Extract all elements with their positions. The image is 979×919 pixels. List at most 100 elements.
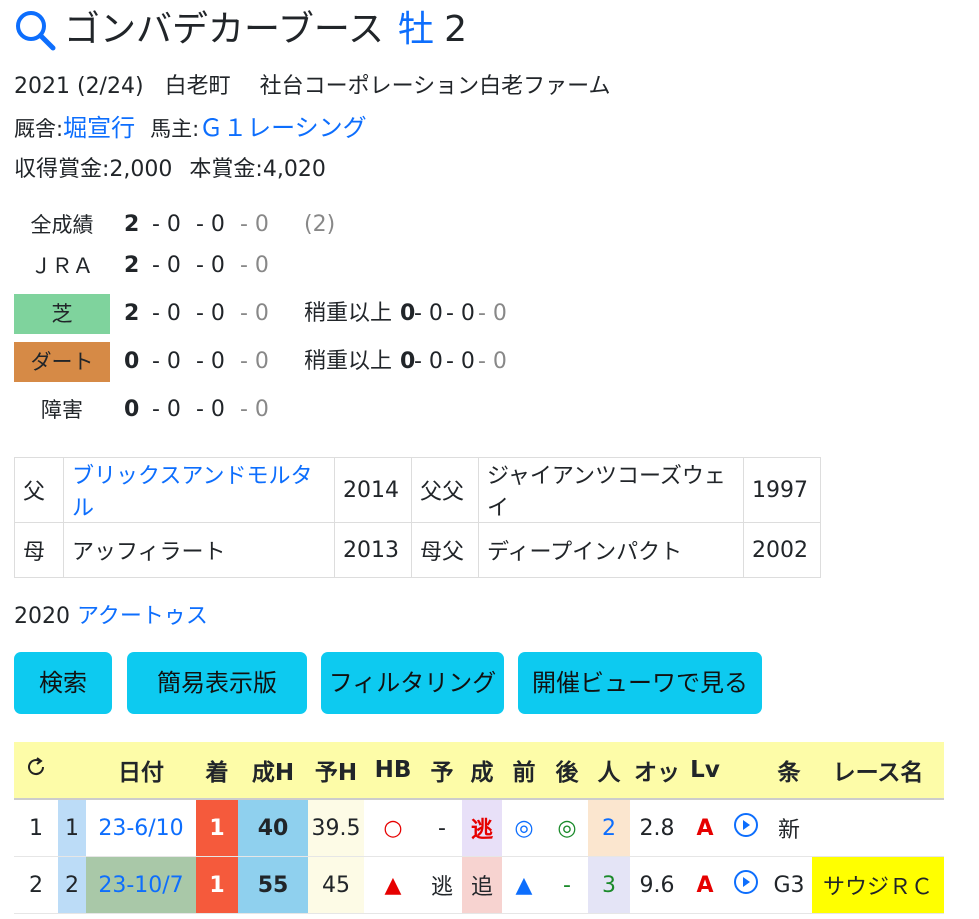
col-yo[interactable]: 予 [422,742,462,800]
turf-badge: 芝 [14,294,110,334]
col-date[interactable]: 日付 [86,742,196,800]
mae-mark: ◎ [502,799,546,857]
heavy-track-label: 稍重以上 [304,301,393,326]
level: A [684,799,726,857]
popularity: 3 [588,856,630,914]
dam-year: 2013 [334,522,412,578]
race-name[interactable] [812,799,944,857]
search-icon[interactable] [14,9,56,51]
race-date-link[interactable]: 23-6/10 [86,799,196,857]
record-others: - 0 [240,349,269,374]
record-row-all: 全成績 2 - 0 - 0 - 0 (2) [14,205,336,245]
record-wins: 0 [124,349,140,374]
play-icon[interactable] [733,812,759,838]
yoH-value: 45 [308,856,364,914]
play-icon[interactable] [733,869,759,895]
odds: 2.8 [630,799,684,857]
breeder: 社台コーポレーション白老ファーム [259,74,611,99]
col-yoH[interactable]: 予H [308,742,364,800]
record-row-turf: 芝 2 - 0 - 0 - 0 稍重以上 0 - 0 - 0 - 0 [14,294,507,334]
row-number: 2 [58,856,86,914]
heavy-thirds: - 0 [446,349,475,374]
sei-mark: 追 [462,856,502,914]
row-index: 1 [14,799,58,857]
col-odds[interactable]: オッ [630,742,684,800]
ato-mark: ◎ [546,799,588,857]
pedigree-relation: 母 [14,522,64,578]
col-race-name[interactable]: レース名 [812,742,944,800]
record-thirds: - 0 [196,397,225,422]
pedigree-row-dam: 母 アッフィラート 2013 母父 ディープインパクト 2002 [14,522,821,578]
row-index: 2 [14,856,58,914]
col-hb[interactable]: HB [364,742,422,800]
record-others: - 0 [240,253,269,278]
heavy-seconds: - 0 [414,301,443,326]
record-seconds: - 0 [152,397,181,422]
horse-age: 2 [444,9,467,50]
birth-date: 2021 (2/24) [14,74,144,99]
video-cell[interactable] [726,799,766,857]
pedigree-relation: 父父 [411,457,479,523]
race-name[interactable]: サウジＲＣ [812,856,944,914]
pedigree-relation: 母父 [411,522,479,578]
col-video [726,742,766,800]
heavy-thirds: - 0 [446,301,475,326]
pedigree-relation: 父 [14,457,64,523]
col-cond[interactable]: 条 [766,742,812,800]
seiH-value: 55 [238,856,308,914]
col-place[interactable]: 着 [196,742,238,800]
record-wins: 2 [124,253,140,278]
search-button[interactable]: 検索 [14,652,112,714]
sibling-link[interactable]: アクートゥス [77,604,208,629]
refresh-header[interactable] [14,742,58,800]
heavy-seconds: - 0 [414,349,443,374]
dam-name: アッフィラート [63,522,335,578]
col-ato[interactable]: 後 [546,742,588,800]
trainer-link[interactable]: 堀宣行 [63,114,135,142]
record-wins: 2 [124,212,140,237]
sire-sire-year: 1997 [743,457,821,523]
record-thirds: - 0 [196,349,225,374]
col-sei[interactable]: 成 [462,742,502,800]
refresh-icon[interactable] [24,755,48,779]
table-row[interactable]: 1 1 23-6/10 1 40 39.5 ○ - 逃 ◎ ◎ 2 2.8 A … [14,799,944,857]
simple-view-button[interactable]: 簡易表示版 [127,652,307,714]
record-others: - 0 [240,212,269,237]
record-wins: 0 [124,397,140,422]
record-label: 障害 [41,398,83,422]
sire-link[interactable]: ブリックスアンドモルタル [63,457,335,523]
record-wins: 2 [124,301,140,326]
race-condition: 新 [766,799,812,857]
pedigree-table: 父 ブリックスアンドモルタル 2014 父父 ジャイアンツコーズウェイ 1997… [14,457,821,578]
record-label: ＪＲＡ [30,254,94,278]
seiH-value: 40 [238,799,308,857]
record-thirds: - 0 [196,212,225,237]
stable-label: 厩舎: [14,117,64,141]
heavy-others: - 0 [478,349,507,374]
race-date-link[interactable]: 23-10/7 [86,856,196,914]
sei-mark: 逃 [462,799,502,857]
meeting-viewer-button[interactable]: 開催ビューワで見る [518,652,762,714]
stable-info: 厩舎:堀宣行 馬主:Ｇ１レーシング [14,113,367,145]
col-lv[interactable]: Lv [684,742,726,800]
owner-link[interactable]: Ｇ１レーシング [199,114,367,142]
col-pop[interactable]: 人 [588,742,630,800]
record-seconds: - 0 [152,212,181,237]
popularity: 2 [588,799,630,857]
page-title: ゴンバデカーブース 牡 2 [14,6,467,54]
record-label: 全成績 [30,213,94,237]
finish-place: 1 [196,799,238,857]
filter-button[interactable]: フィルタリング [321,652,504,714]
earned-value: 2,000 [109,157,173,182]
pedigree-row-sire: 父 ブリックスアンドモルタル 2014 父父 ジャイアンツコーズウェイ 1997 [14,457,821,523]
col-mae[interactable]: 前 [502,742,546,800]
video-cell[interactable] [726,856,766,914]
horse-sex: 牡 [398,9,435,50]
yoH-value: 39.5 [308,799,364,857]
earned-label: 収得賞金: [14,157,110,182]
record-row-jra: ＪＲＡ 2 - 0 - 0 - 0 [14,246,269,286]
row-number: 1 [58,799,86,857]
main-prize-label: 本賞金: [189,157,263,182]
col-seiH[interactable]: 成H [238,742,308,800]
table-row[interactable]: 2 2 23-10/7 1 55 45 ▲ 逃 追 ▲ - 3 9.6 A G3… [14,856,944,914]
